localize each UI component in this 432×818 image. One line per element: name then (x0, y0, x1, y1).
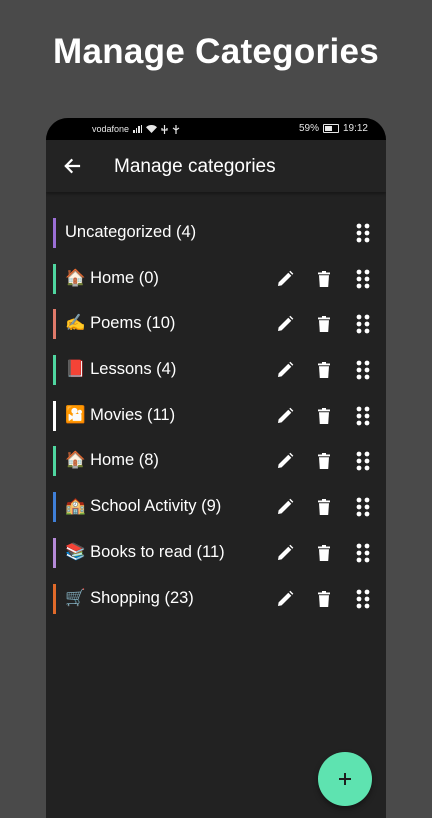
battery-icon (322, 124, 339, 133)
drag-handle[interactable] (350, 586, 376, 612)
category-label: 🏠 Home (8) (65, 451, 159, 470)
delete-category-button[interactable] (311, 586, 337, 612)
category-color-bar (53, 446, 56, 477)
drag-handle[interactable] (350, 494, 376, 520)
delete-category-button[interactable] (311, 357, 337, 383)
arrow-left-icon (64, 158, 81, 174)
delete-category-button[interactable] (311, 494, 337, 520)
usb-debug-icon (172, 124, 180, 134)
category-color-bar (53, 583, 56, 614)
category-label: 🛒 Shopping (23) (65, 588, 194, 607)
back-button[interactable] (60, 154, 84, 178)
pencil-icon (278, 590, 294, 606)
category-color-bar (53, 492, 56, 523)
pencil-icon (278, 453, 294, 469)
signal-icon (133, 125, 143, 133)
drag-handle[interactable] (350, 266, 376, 292)
category-color-bar (53, 400, 56, 431)
category-row[interactable]: Uncategorized (4) (46, 210, 386, 256)
edit-category-button[interactable] (272, 357, 298, 383)
category-label: 🏠 Home (0) (65, 268, 159, 287)
category-label: 🎦 Movies (11) (65, 405, 176, 424)
usb-icon (161, 124, 168, 134)
pencil-icon (278, 361, 294, 378)
category-row[interactable]: 🎦 Movies (11) (46, 393, 386, 439)
category-color-bar (53, 218, 56, 248)
pencil-icon (278, 544, 294, 560)
promo-headline: Manage Categories (52, 32, 380, 71)
screen-title: Manage categories (114, 156, 276, 177)
drag-handle[interactable] (350, 403, 376, 429)
drag-handle[interactable] (350, 357, 376, 383)
edit-category-button[interactable] (272, 403, 298, 429)
drag-handle-icon (356, 452, 370, 471)
category-label: Uncategorized (4) (65, 223, 197, 241)
category-color-bar (53, 309, 56, 340)
wifi-icon (146, 125, 158, 133)
category-color-bar (53, 355, 56, 386)
drag-handle[interactable] (350, 220, 376, 246)
drag-handle-icon (356, 360, 370, 380)
category-row[interactable]: ✍️ Poems (10) (46, 301, 386, 347)
carrier-name: vodafone (92, 124, 130, 134)
status-left: vodafone (92, 124, 180, 134)
drag-handle-icon (356, 223, 370, 243)
category-row[interactable]: 📕 Lessons (4) (46, 347, 386, 393)
pencil-icon (278, 316, 294, 332)
delete-category-button[interactable] (311, 266, 337, 292)
status-right: 59% 19:12 (299, 123, 368, 134)
drag-handle-icon (356, 589, 370, 608)
category-label: ✍️ Poems (10) (65, 314, 176, 333)
clock: 19:12 (342, 123, 368, 134)
category-row[interactable]: 🏠 Home (0) (46, 256, 386, 302)
trash-icon (318, 453, 330, 470)
drag-handle-icon (356, 314, 370, 334)
plus-icon (339, 773, 351, 785)
category-label: 📕 Lessons (4) (65, 360, 177, 379)
delete-category-button[interactable] (311, 311, 337, 337)
category-color-bar (53, 263, 56, 294)
trash-icon (318, 316, 330, 333)
category-label: 📚 Books to read (11) (65, 542, 225, 561)
edit-category-button[interactable] (272, 494, 298, 520)
add-category-button[interactable] (318, 752, 372, 806)
category-label: 🏫 School Activity (9) (65, 497, 222, 516)
trash-icon (318, 362, 330, 379)
pencil-icon (278, 498, 294, 515)
app-bar: Manage categories (46, 140, 386, 192)
trash-icon (318, 270, 330, 287)
drag-handle-icon (356, 269, 370, 289)
drag-handle[interactable] (350, 448, 376, 474)
category-row[interactable]: 🛒 Shopping (23) (46, 576, 386, 622)
delete-category-button[interactable] (311, 448, 337, 474)
category-list: Uncategorized (4) 🏠 Home (0) ✍️ Poems (10)… (46, 210, 386, 621)
drag-handle[interactable] (350, 540, 376, 566)
drag-handle[interactable] (350, 311, 376, 337)
edit-category-button[interactable] (272, 448, 298, 474)
edit-category-button[interactable] (272, 586, 298, 612)
drag-handle-icon (356, 543, 370, 563)
delete-category-button[interactable] (311, 540, 337, 566)
category-row[interactable]: 🏫 School Activity (9) (46, 484, 386, 530)
pencil-icon (278, 407, 294, 423)
delete-category-button[interactable] (311, 403, 337, 429)
drag-handle-icon (356, 406, 370, 426)
status-bar: vodafone 59% 19:12 (46, 118, 386, 140)
phone-screen: vodafone 59% 19:12 Manage categories Unc… (46, 118, 386, 818)
edit-category-button[interactable] (272, 311, 298, 337)
drag-handle-icon (356, 497, 370, 517)
category-row[interactable]: 📚 Books to read (11) (46, 530, 386, 576)
category-row[interactable]: 🏠 Home (8) (46, 438, 386, 484)
edit-category-button[interactable] (272, 540, 298, 566)
trash-icon (318, 499, 330, 516)
trash-icon (318, 407, 330, 424)
battery-percent: 59% (298, 123, 319, 134)
trash-icon (318, 544, 330, 561)
edit-category-button[interactable] (272, 266, 298, 292)
trash-icon (318, 590, 330, 607)
category-color-bar (53, 537, 56, 568)
pencil-icon (278, 270, 294, 286)
